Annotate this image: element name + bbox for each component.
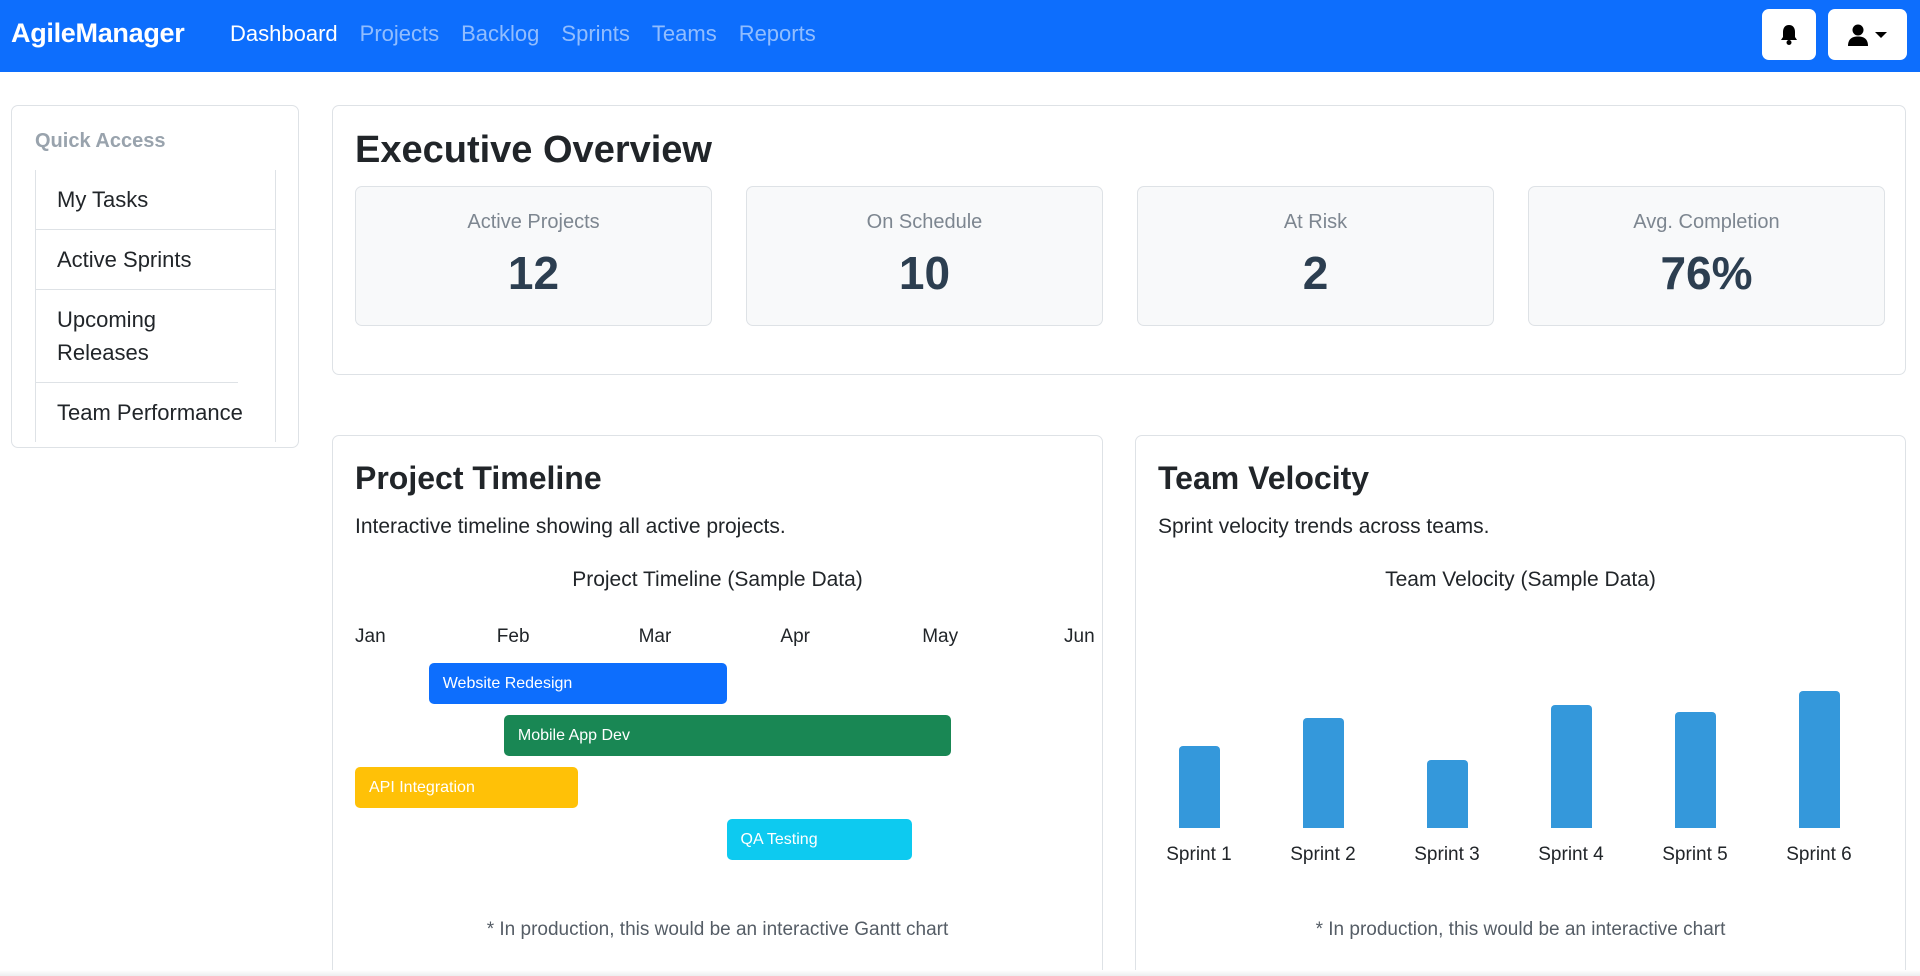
stat-card-avg-completion: Avg. Completion 76% bbox=[1528, 186, 1885, 326]
project-timeline-card: Project Timeline Interactive timeline sh… bbox=[332, 435, 1103, 976]
velocity-title: Team Velocity bbox=[1158, 460, 1370, 496]
timeline-description: Interactive timeline showing all active … bbox=[355, 515, 786, 538]
velocity-bar[interactable] bbox=[1675, 711, 1716, 828]
velocity-x-label: Sprint 3 bbox=[1414, 844, 1480, 865]
gantt-month-label: Jan bbox=[355, 626, 386, 647]
gantt-task-bar[interactable]: Mobile App Dev bbox=[503, 715, 951, 756]
stat-value: 10 bbox=[898, 247, 951, 299]
stat-value: 2 bbox=[1302, 247, 1329, 299]
timeline-note: * In production, this would be an intera… bbox=[486, 919, 949, 940]
stat-label: Active Projects bbox=[467, 211, 600, 233]
nav-link-teams[interactable]: Teams bbox=[652, 21, 717, 47]
stat-label: On Schedule bbox=[866, 211, 983, 233]
velocity-x-label: Sprint 6 bbox=[1786, 844, 1852, 865]
velocity-chart-title: Team Velocity (Sample Data) bbox=[1385, 568, 1656, 591]
sidebar-item-my-tasks[interactable]: My Tasks bbox=[36, 170, 275, 230]
velocity-bar[interactable] bbox=[1303, 718, 1344, 828]
nav-links: Dashboard Projects Backlog Sprints Teams… bbox=[230, 21, 816, 47]
velocity-x-label: Sprint 4 bbox=[1538, 844, 1604, 865]
sidebar-item-team-performance[interactable]: Team Performance bbox=[36, 383, 275, 442]
chevron-down-icon bbox=[1875, 31, 1887, 38]
gantt-chart-title: Project Timeline (Sample Data) bbox=[572, 568, 863, 591]
nav-link-backlog[interactable]: Backlog bbox=[461, 21, 539, 47]
stats-row: Active Projects 12 On Schedule 10 At Ris… bbox=[355, 186, 1885, 326]
timeline-title: Project Timeline bbox=[355, 460, 602, 496]
gantt-month-label: Mar bbox=[638, 626, 672, 647]
nav-link-reports[interactable]: Reports bbox=[739, 21, 816, 47]
gantt-chart: Jan Feb Mar Apr May Jun Website Redesign Mobile… bbox=[355, 626, 1095, 886]
stat-card-at-risk: At Risk 2 bbox=[1137, 186, 1494, 326]
overview-title: Executive Overview bbox=[355, 129, 712, 171]
gantt-task-bar[interactable]: QA Testing bbox=[726, 819, 913, 860]
bottom-edge bbox=[0, 970, 1920, 976]
velocity-note: * In production, this would be an intera… bbox=[1315, 919, 1726, 940]
sidebar-item-upcoming-releases[interactable]: Upcoming Releases bbox=[36, 290, 238, 383]
stat-label: At Risk bbox=[1283, 211, 1348, 233]
velocity-bar[interactable] bbox=[1799, 691, 1840, 828]
nav-link-dashboard[interactable]: Dashboard bbox=[230, 21, 338, 47]
gantt-month-label: May bbox=[922, 626, 959, 647]
gantt-month-label: Feb bbox=[496, 626, 530, 647]
gantt-task-bar[interactable]: Website Redesign bbox=[428, 663, 727, 704]
executive-overview-card: Executive Overview Active Projects 12 On… bbox=[332, 105, 1906, 375]
nav-link-sprints[interactable]: Sprints bbox=[561, 21, 629, 47]
user-icon bbox=[1848, 24, 1868, 46]
gantt-task-bar[interactable]: API Integration bbox=[355, 767, 578, 808]
team-velocity-card: Team Velocity Sprint velocity trends acr… bbox=[1135, 435, 1906, 976]
velocity-x-label: Sprint 2 bbox=[1290, 844, 1356, 865]
quick-access-sidebar: Quick Access My Tasks Active Sprints Upc… bbox=[11, 105, 299, 448]
gantt-month-label: Jun bbox=[1064, 626, 1095, 647]
brand-logo[interactable]: AgileManager bbox=[11, 18, 185, 49]
sidebar-heading: Quick Access bbox=[35, 130, 166, 152]
velocity-bar[interactable] bbox=[1551, 704, 1592, 828]
top-navbar: AgileManager Dashboard Projects Backlog … bbox=[0, 0, 1920, 72]
notifications-button[interactable] bbox=[1762, 9, 1816, 60]
nav-link-projects[interactable]: Projects bbox=[360, 21, 439, 47]
velocity-x-label: Sprint 5 bbox=[1662, 844, 1728, 865]
sidebar-item-active-sprints[interactable]: Active Sprints bbox=[36, 230, 275, 290]
stat-card-on-schedule: On Schedule 10 bbox=[746, 186, 1103, 326]
gantt-month-label: Apr bbox=[780, 626, 810, 647]
stat-label: Avg. Completion bbox=[1633, 211, 1780, 233]
velocity-bar[interactable] bbox=[1427, 759, 1468, 828]
sidebar-list: My Tasks Active Sprints Upcoming Release… bbox=[35, 170, 276, 442]
stat-card-active-projects: Active Projects 12 bbox=[355, 186, 712, 326]
stat-value: 76% bbox=[1660, 247, 1753, 299]
velocity-description: Sprint velocity trends across teams. bbox=[1158, 515, 1490, 538]
user-menu-button[interactable] bbox=[1828, 9, 1907, 60]
velocity-bar[interactable] bbox=[1179, 745, 1220, 828]
velocity-bar-chart: Sprint 1 Sprint 2 Sprint 3 Sprint 4 Sprint 5… bbox=[1158, 626, 1884, 886]
bell-icon bbox=[1781, 24, 1797, 45]
velocity-x-label: Sprint 1 bbox=[1166, 844, 1232, 865]
stat-value: 12 bbox=[507, 247, 560, 299]
